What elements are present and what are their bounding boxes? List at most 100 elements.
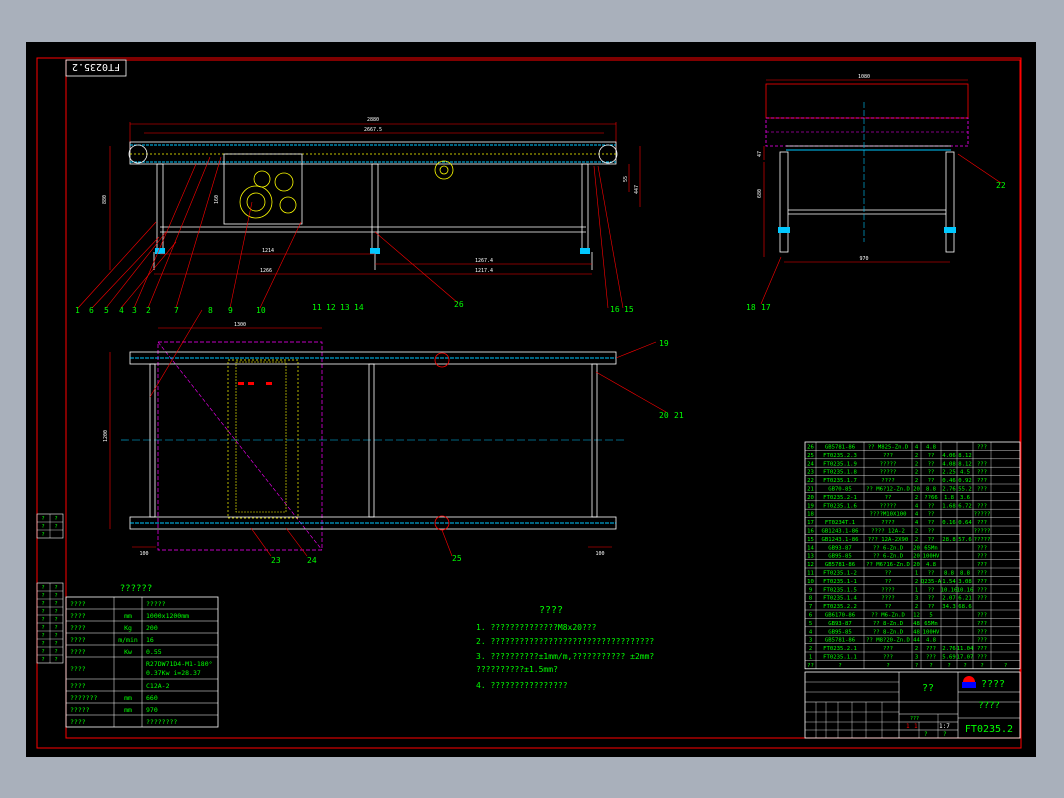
parts-cell-note: ???: [977, 554, 987, 560]
param-value: 1000x1200mm: [146, 612, 189, 620]
title-drawing-no: FT0235.2: [965, 724, 1013, 735]
parts-cell-no: 4: [809, 629, 813, 635]
parts-cell-name: ??: [885, 495, 892, 501]
callout-1: 1: [75, 306, 80, 315]
parts-cell-mat: ??: [928, 537, 935, 543]
parts-cell-mat: ??: [928, 512, 935, 518]
parts-cell-name: ?? M6-Zn.D: [871, 613, 905, 619]
margin-cell: ?: [41, 532, 44, 538]
parts-cell-w1: 5.69: [942, 655, 955, 661]
parts-cell-note: ???: [977, 613, 987, 619]
parts-cell-w2: 57.6: [958, 537, 971, 543]
param-value: ????????: [146, 718, 177, 726]
parts-cell-mat: 65Mn: [924, 621, 937, 627]
parts-cell-code: FT0235.1.4: [823, 596, 857, 602]
parts-cell-code: GB95-85: [828, 554, 852, 560]
parts-cell-w1: 4.08: [942, 461, 956, 467]
parts-cell-name: ?????: [880, 461, 897, 467]
margin-cell: ?: [41, 641, 44, 647]
parts-cell-qty: 1: [915, 571, 918, 577]
parts-cell-mat: ???: [926, 655, 936, 661]
dim-height: 880: [102, 195, 108, 204]
param-name: ????: [70, 718, 86, 726]
parts-cell-w2: 68.6: [958, 604, 971, 610]
parts-cell-code: GB93-87: [828, 545, 852, 551]
callout-24: 24: [307, 556, 317, 565]
callout-8: 8: [208, 306, 213, 315]
param-name: ????: [70, 682, 86, 690]
callout-11: 11: [312, 303, 322, 312]
param-name: ????: [70, 648, 86, 656]
parts-cell-w2: 0.92: [958, 478, 971, 484]
parts-cell-code: FT0234T.1: [825, 520, 855, 526]
parts-cell-no: 15: [807, 537, 814, 543]
param-unit: Kg: [124, 624, 132, 632]
param-name: ????: [70, 624, 86, 632]
parts-cell-mat: ??: [928, 604, 935, 610]
parts-cell-mat: 100HV: [923, 629, 940, 635]
parts-cell-mat: 4.8: [926, 638, 937, 644]
parts-cell-code: FT0235.1-2: [823, 571, 857, 577]
parts-cell-mat: Q235-A: [921, 579, 942, 585]
parts-header-cell: ?: [929, 663, 932, 669]
callout-25: 25: [452, 554, 462, 563]
parts-cell-name: ?? M6?12-Zn.D: [866, 487, 910, 493]
parts-cell-note: ???: [977, 596, 987, 602]
parts-cell-note: ???: [977, 487, 987, 493]
dim-foot-left: 100: [139, 551, 148, 557]
parts-cell-note: ???: [977, 503, 987, 509]
parts-cell-qty: 2: [915, 646, 918, 652]
parts-cell-name: ??: [885, 604, 892, 610]
title-sheet-of: ?: [943, 731, 947, 738]
parts-cell-w1: 2.76: [942, 646, 955, 652]
parts-cell-qty: 12: [913, 613, 920, 619]
parts-cell-code: GB1243.1-86: [821, 529, 858, 535]
callout-22: 22: [996, 181, 1006, 190]
parts-cell-mat: ??: [928, 587, 935, 593]
param-value: 200: [146, 624, 158, 632]
parts-cell-qty: 2: [915, 579, 918, 585]
parts-cell-w1: 0.16: [942, 520, 955, 526]
param-name: ????: [70, 636, 86, 644]
parts-cell-code: FT0235.2.3: [823, 453, 857, 459]
parts-cell-mat: 4.8: [926, 562, 937, 568]
parts-cell-name: ????: [881, 520, 894, 526]
margin-cell: ?: [54, 617, 57, 623]
parts-header-cell: ?: [1004, 663, 1007, 669]
parts-cell-w1: 1.54: [942, 579, 956, 585]
parts-cell-mat: 65Mn: [924, 545, 937, 551]
callout-5: 5: [104, 306, 109, 315]
title-name-cell: ??: [922, 683, 934, 694]
callout-4: 4: [119, 306, 124, 315]
param-value2: 0.37Kw i=28.37: [146, 669, 201, 677]
margin-cell: ?: [54, 593, 57, 599]
parts-cell-w2: 8.8: [960, 571, 971, 577]
parts-cell-qty: 2: [915, 478, 918, 484]
margin-cell: ?: [54, 601, 57, 607]
parts-cell-note: ???: [977, 445, 987, 451]
parts-cell-name: ????: [881, 587, 894, 593]
dim-h1: 47: [757, 151, 763, 157]
param-name: ????: [70, 665, 86, 673]
callout-7: 7: [174, 306, 179, 315]
parts-cell-code: FT0235.1.6: [823, 503, 857, 509]
parts-cell-qty: 3: [915, 655, 918, 661]
parts-cell-note: ???: [977, 571, 987, 577]
parts-cell-name: ??? 12A-2X90: [868, 537, 908, 543]
callout-2: 2: [146, 306, 151, 315]
dim-span-d: 1217.4: [475, 268, 493, 274]
parts-cell-mat: ??: [928, 503, 935, 509]
parts-cell-note: ?????: [974, 529, 991, 535]
callout-13: 13: [340, 303, 350, 312]
parts-cell-qty: 4: [915, 512, 919, 518]
margin-cell: ?: [54, 657, 57, 663]
parts-cell-name: ????: [881, 478, 894, 484]
parts-cell-qty: 20: [913, 554, 920, 560]
cad-drawing: FT0235.2 2880 2667.5 880 55 447 160 1214…: [36, 57, 1022, 749]
parts-cell-note: ???: [977, 629, 987, 635]
parts-cell-w1: 10.16: [941, 587, 958, 593]
parts-cell-name: ?? 8-Zn.D: [873, 629, 904, 635]
margin-cell: ?: [54, 649, 57, 655]
margin-cell: ?: [41, 617, 44, 623]
parts-cell-no: 24: [807, 461, 814, 467]
